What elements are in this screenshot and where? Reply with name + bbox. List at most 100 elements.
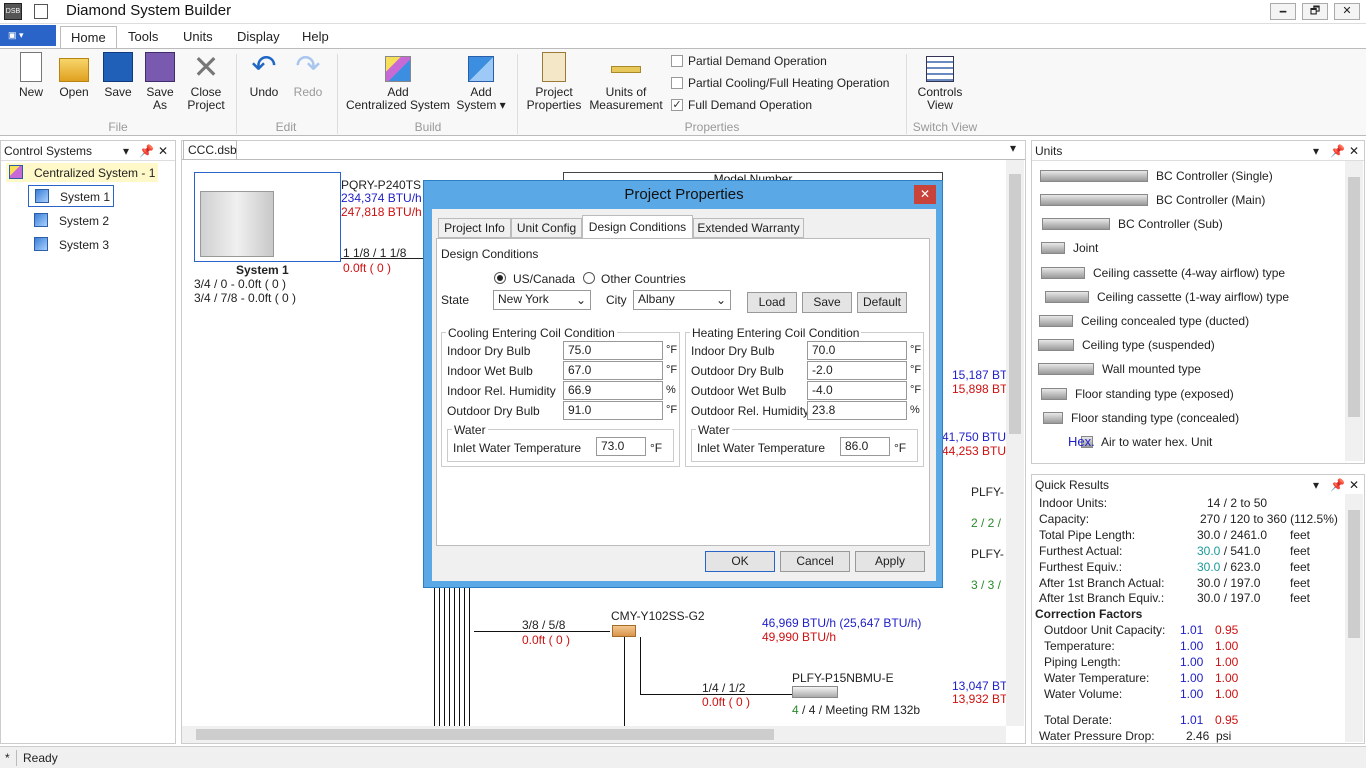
app-logo-icon[interactable]: DSB [4,3,22,20]
redo-button[interactable]: ↷ Redo [290,52,326,99]
heating-row-input[interactable]: -4.0 [807,381,907,400]
joint-icon[interactable] [612,625,636,637]
tree-root-centralized-system[interactable]: Centralized System - 1 [6,163,158,182]
document-tab[interactable]: CCC.dsb [183,140,237,159]
tab-extended-warranty[interactable]: Extended Warranty [693,218,804,238]
heating-row-input[interactable]: -2.0 [807,361,907,380]
sub-pipe-size: 1/4 / 1/2 [702,681,746,695]
tab-unit-config[interactable]: Unit Config [511,218,582,238]
new-button[interactable]: New [14,52,48,99]
heating-group-title: Heating Entering Coil Condition [690,326,862,340]
cooling-water-title: Water [452,423,488,437]
group-edit: Edit [275,120,297,134]
load-button[interactable]: Load [747,292,797,313]
pin-icon[interactable]: 📌 [1330,475,1345,495]
save-as-button[interactable]: Save As [143,52,177,112]
tab-home[interactable]: Home [60,26,117,48]
state-select[interactable]: New York ⌄ [493,290,591,310]
full-demand-checkbox[interactable]: ✓ [671,99,683,111]
ceiling-cassette-icon[interactable] [792,686,838,698]
minimize-button[interactable]: 🗕 [1270,3,1296,20]
hscroll-thumb[interactable] [196,729,774,740]
document-horizontal-scrollbar[interactable] [182,726,1006,743]
controls-view-button[interactable]: Controls View [912,52,968,112]
units-scrollbar[interactable] [1345,161,1363,461]
system-icon [468,56,494,82]
default-button[interactable]: Default [857,292,907,313]
dialog-close-button[interactable]: ✕ [914,185,936,204]
radio-us-canada[interactable] [494,272,506,284]
tab-help[interactable]: Help [292,26,339,48]
heating-row-input[interactable]: 23.8 [807,401,907,420]
heating-inlet-water-input[interactable]: 86.0 [840,437,890,456]
add-system-button[interactable]: Add System ▾ [456,52,506,112]
restore-button[interactable]: 🗗 [1302,3,1328,20]
tab-design-conditions[interactable]: Design Conditions [582,215,693,239]
city-select[interactable]: Albany ⌄ [633,290,731,310]
plfy-unit-1-count: 2 / 2 / [971,516,1002,530]
qr-value: 30.0 / 2461.0 [1197,528,1268,542]
dropdown-icon[interactable]: ▾ [1313,141,1319,161]
document-menu-icon[interactable]: ▾ [1010,141,1016,155]
document-vertical-scrollbar[interactable] [1006,160,1024,726]
close-panel-icon[interactable]: ✕ [1349,475,1359,495]
project-properties-button[interactable]: Project Properties [524,52,584,112]
partial-cooling-checkbox[interactable] [671,77,683,89]
save-conditions-button[interactable]: Save [802,292,852,313]
radio-other-countries[interactable] [583,272,595,284]
quick-results-scrollbar[interactable] [1345,494,1363,742]
tab-display[interactable]: Display [227,26,290,48]
unit-2-cooling: 41,750 BTU [942,430,1007,444]
heating-inlet-water-unit: °F [894,441,907,455]
factor-cooling: 1.00 [1180,687,1204,701]
add-centralized-system-button[interactable]: Add Centralized System [344,52,452,112]
bc-controller-single-icon [1040,170,1148,182]
undo-button[interactable]: ↶ Undo [246,52,282,99]
floor-exposed-icon [1041,388,1067,400]
app-menu-button[interactable]: ▣ ▾ [0,25,56,46]
pin-icon[interactable]: 📌 [139,141,154,161]
close-panel-icon[interactable]: ✕ [1349,141,1359,161]
pin-icon[interactable]: 📌 [1330,141,1345,161]
factor-heating: 1.00 [1215,655,1239,669]
ok-button[interactable]: OK [705,551,775,572]
dropdown-icon[interactable]: ▾ [1313,475,1319,495]
scrollbar-thumb[interactable] [1009,174,1021,434]
apply-button[interactable]: Apply [855,551,925,572]
tree-item-system-3[interactable]: System 3 [28,234,114,256]
cancel-button[interactable]: Cancel [780,551,850,572]
unit-item-label: BC Controller (Main) [1156,193,1266,207]
tab-units[interactable]: Units [173,26,223,48]
outdoor-unit-image[interactable] [194,172,341,262]
close-project-button[interactable]: ✕ Close Project [184,51,228,112]
pipe-size-b: 3/4 / 7/8 - 0.0ft ( 0 ) [194,291,297,305]
dropdown-icon[interactable]: ▾ [123,141,129,161]
factor-cooling: 1.01 [1180,623,1204,637]
cooling-row-input[interactable]: 67.0 [563,361,663,380]
units-scrollbar-thumb[interactable] [1348,177,1360,417]
cooling-row-unit: °F [666,364,678,376]
quick-results-scrollbar-thumb[interactable] [1348,510,1360,638]
close-panel-icon[interactable]: ✕ [158,141,168,161]
tab-tools[interactable]: Tools [118,26,168,48]
close-button[interactable]: ✕ [1334,3,1360,20]
document-icon[interactable] [34,4,48,19]
cooling-inlet-water-input[interactable]: 73.0 [596,437,646,456]
qr-unit: feet [1290,528,1311,542]
tab-project-info[interactable]: Project Info [438,218,511,238]
partial-demand-checkbox[interactable] [671,55,683,67]
qr-label: Indoor Units: [1039,496,1108,510]
cooling-row-input[interactable]: 75.0 [563,341,663,360]
hex-label: Hex. [1068,434,1095,449]
outdoor-model: PQRY-P240TS [341,178,422,192]
heating-row-input[interactable]: 70.0 [807,341,907,360]
save-button[interactable]: Save [101,52,135,99]
open-button[interactable]: Open [56,52,92,99]
cooling-row-input[interactable]: 66.9 [563,381,663,400]
tree-item-system-2[interactable]: System 2 [28,210,114,232]
units-of-measurement-button[interactable]: Units of Measurement [586,52,666,112]
branch-pipe-length: 0.0ft ( 0 ) [522,633,571,647]
factor-heating: 1.00 [1215,687,1239,701]
tree-item-system-1[interactable]: System 1 [28,185,114,207]
cooling-row-input[interactable]: 91.0 [563,401,663,420]
